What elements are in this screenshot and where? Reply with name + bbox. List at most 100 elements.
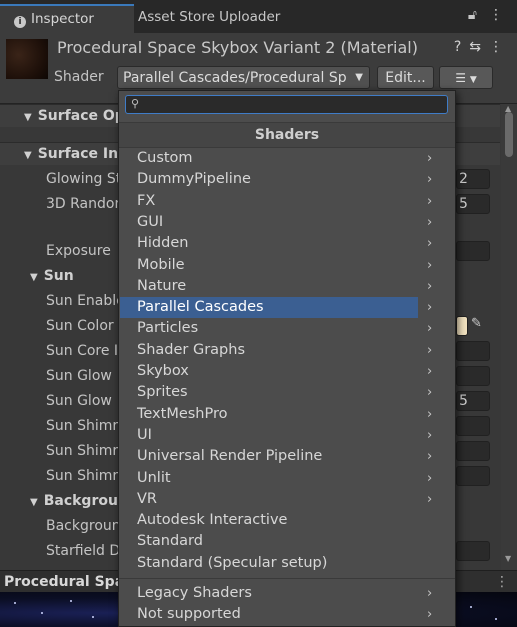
property-field[interactable]	[456, 541, 490, 561]
shader-menu-item-label: Shader Graphs	[137, 341, 246, 358]
shader-menu-item-label: GUI	[137, 213, 164, 230]
chevron-right-icon: ›	[427, 449, 433, 465]
shader-search-field[interactable]: ⚲	[125, 95, 448, 114]
tab-inspector-label: Inspector	[31, 11, 94, 27]
chevron-right-icon: ›	[427, 364, 433, 379]
section-label: Surface Op	[37, 108, 125, 124]
property-label: Sun Color	[46, 318, 114, 334]
shader-dropdown[interactable]: Parallel Cascades/Procedural Sp ▼	[117, 66, 370, 89]
shader-menu-item[interactable]: UI ›	[120, 425, 432, 446]
shader-menu-item-label: FX	[137, 192, 156, 209]
property-label: 3D Randor	[46, 196, 121, 212]
dropdown-header: Shaders	[119, 122, 455, 148]
tab-inspector[interactable]: i Inspector	[0, 4, 134, 33]
property-field[interactable]	[456, 241, 490, 261]
shader-menu-item-label: DummyPipeline	[137, 171, 251, 188]
list-icon: ☰	[455, 71, 466, 85]
property-field[interactable]: 5	[456, 194, 490, 214]
property-field[interactable]: 2	[456, 169, 490, 189]
chevron-right-icon: ›	[427, 406, 433, 422]
chevron-right-icon: ›	[427, 257, 433, 273]
shader-menu-item[interactable]: Skybox ›	[120, 361, 432, 382]
shader-menu-item[interactable]: TextMeshPro ›	[120, 404, 432, 425]
shader-menu-item[interactable]: GUI ›	[120, 212, 432, 233]
shader-menu-item-label: Custom	[137, 150, 193, 166]
property-label: Sun Shimr	[46, 443, 119, 459]
chevron-right-icon: ›	[427, 607, 433, 623]
shader-menu-item[interactable]: Mobile ›	[120, 255, 432, 276]
sun-color-swatch[interactable]	[456, 316, 468, 336]
shader-options-button[interactable]: ☰ ▼	[439, 66, 493, 89]
shader-search-input[interactable]	[144, 96, 444, 113]
shader-menu-item-label: Mobile	[137, 256, 185, 273]
property-field[interactable]	[456, 416, 490, 436]
shader-menu-item-label: Hidden	[137, 235, 189, 252]
shader-select-popup: ⚲ Shaders Custom › DummyPipeline › FX › GUI › Hi…	[118, 90, 456, 627]
shader-menu-item[interactable]: Universal Render Pipeline ›	[120, 446, 432, 467]
property-field[interactable]	[456, 341, 490, 361]
shader-menu-item[interactable]: Standard (Specular setup)	[120, 553, 418, 574]
tab-asset-store-uploader[interactable]: Asset Store Uploader	[138, 4, 280, 33]
preview-label: Procedural Spac	[4, 574, 133, 590]
shader-menu-item[interactable]: Sprites ›	[120, 382, 432, 403]
section-background[interactable]: ▼ Backgroun	[30, 490, 128, 512]
section-sun[interactable]: ▼ Sun	[30, 265, 74, 287]
property-field[interactable]: 5	[456, 391, 490, 411]
shader-menu-item-label: Not supported	[137, 606, 241, 623]
shader-menu-item[interactable]: Particles ›	[120, 318, 432, 339]
property-field[interactable]	[456, 366, 490, 386]
foldout-icon: ▼	[30, 272, 38, 283]
shader-menu-item-label: Skybox	[137, 363, 189, 379]
section-label: Surface Inp	[37, 146, 129, 162]
property-field[interactable]	[456, 466, 490, 486]
foldout-icon: ▼	[24, 112, 32, 123]
chevron-down-icon: ▼	[469, 75, 477, 85]
property-label: Sun Glow	[46, 393, 112, 409]
edit-shader-button[interactable]: Edit...	[377, 66, 434, 89]
shader-menu-item-label: Universal Render Pipeline	[137, 448, 323, 465]
shader-menu-item[interactable]: Custom ›	[120, 148, 432, 169]
chevron-down-icon: ▼	[355, 72, 363, 83]
chevron-right-icon: ›	[427, 321, 433, 337]
shader-menu-item[interactable]: Shader Graphs ›	[120, 340, 432, 361]
shader-menu-item[interactable]: Autodesk Interactive	[120, 510, 418, 531]
inspector-scrollbar[interactable]: ▲ ▼	[501, 104, 517, 570]
scroll-down-icon[interactable]: ▼	[505, 554, 511, 563]
chevron-right-icon: ›	[427, 214, 433, 230]
more-icon[interactable]: ⋮	[495, 571, 509, 593]
shader-menu-item-label: Parallel Cascades	[137, 299, 264, 316]
shader-menu-item[interactable]: Nature ›	[120, 276, 432, 297]
property-label: Sun Enable	[46, 293, 125, 309]
shader-menu-item[interactable]: Hidden ›	[120, 233, 432, 254]
section-label: Backgroun	[43, 493, 128, 509]
property-label: Sun Core I	[46, 343, 119, 359]
preset-icon[interactable]: ⇆	[469, 39, 481, 55]
property-field[interactable]	[456, 441, 490, 461]
section-label: Sun	[43, 268, 74, 284]
chevron-right-icon: ›	[427, 236, 433, 252]
shader-menu-item[interactable]: DummyPipeline ›	[120, 169, 432, 190]
shader-menu-item[interactable]: Standard	[120, 531, 418, 552]
scrollbar-thumb[interactable]	[505, 112, 513, 157]
eyedropper-icon[interactable]: ✎	[471, 316, 482, 331]
shader-menu-item[interactable]: Parallel Cascades ›	[120, 297, 432, 319]
lock-icon[interactable]: 🔓︎	[468, 7, 477, 23]
chevron-right-icon: ›	[427, 385, 433, 401]
shader-menu-item-label: Legacy Shaders	[137, 585, 252, 601]
shader-menu-item[interactable]: VR ›	[120, 489, 432, 510]
shader-menu-item[interactable]: Not supported ›	[120, 604, 432, 625]
material-title: Procedural Space Skybox Variant 2 (Mater…	[57, 38, 418, 57]
shader-menu-item-label: TextMeshPro	[137, 405, 228, 422]
more-icon[interactable]: ⋮	[489, 7, 503, 23]
menu-icon[interactable]: ⋮	[489, 39, 503, 55]
shader-menu-item-label: Standard	[137, 533, 203, 550]
chevron-right-icon: ›	[427, 342, 433, 358]
chevron-right-icon: ›	[427, 300, 433, 316]
shader-menu-item[interactable]: Unlit ›	[120, 468, 432, 489]
shader-menu-item[interactable]: Legacy Shaders ›	[120, 583, 432, 604]
foldout-icon: ▼	[30, 497, 38, 508]
shader-menu-item[interactable]: FX ›	[120, 191, 432, 212]
chevron-right-icon: ›	[427, 172, 433, 188]
property-label: Backgroun	[46, 518, 121, 534]
help-icon[interactable]: ?	[454, 39, 461, 55]
